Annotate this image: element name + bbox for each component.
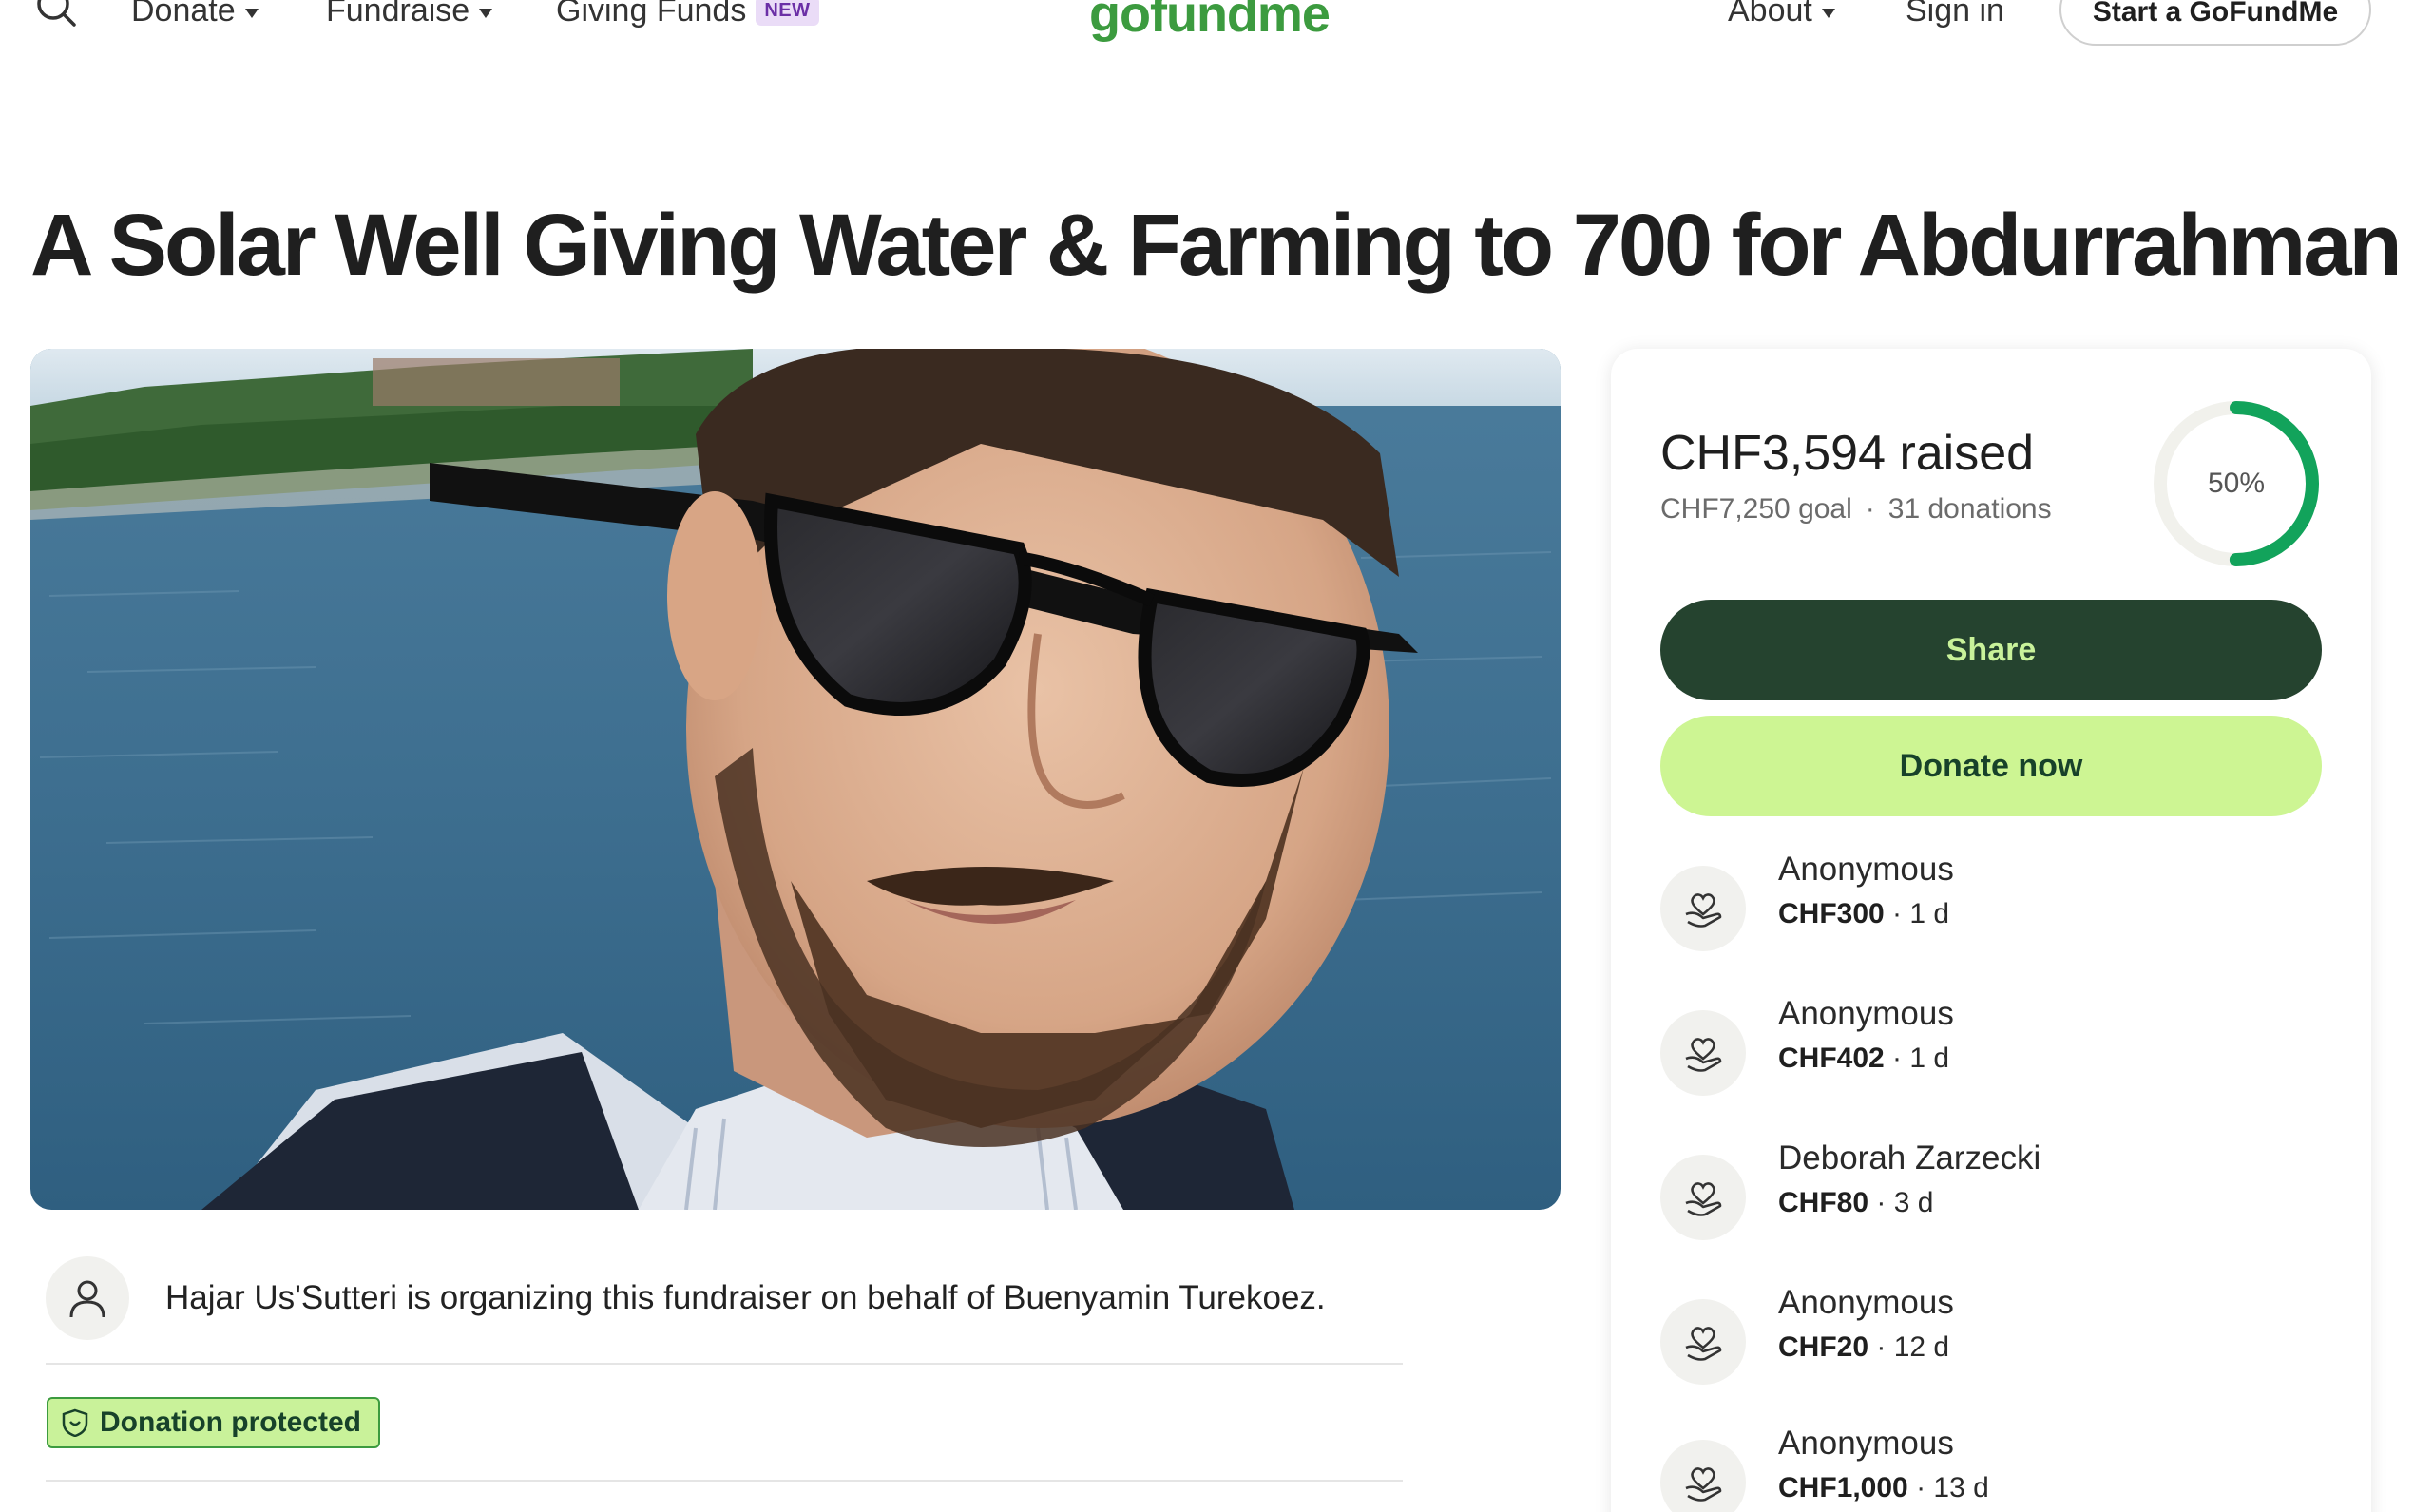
donation-count: 31 donations (1887, 493, 2052, 525)
donation-amount: CHF1,000 (1778, 1472, 1908, 1503)
donor-name: Anonymous (1778, 851, 1954, 888)
donate-now-button[interactable]: Donate now (1660, 716, 2322, 816)
donation-time: · 12 d (1868, 1331, 1950, 1363)
donation-meta: CHF1,000 · 13 d (1778, 1472, 1989, 1504)
nav-donate-label: Donate (131, 0, 236, 29)
nav-donate[interactable]: Donate (131, 0, 259, 29)
campaign-photo[interactable] (30, 349, 1561, 1210)
donation-time: · 13 d (1907, 1472, 1989, 1503)
nav-giving-funds[interactable]: Giving Funds NEW (556, 0, 819, 29)
chevron-down-icon (244, 8, 259, 18)
new-badge: NEW (756, 0, 819, 26)
donation-card: CHF3,594 raised CHF7,250 goal · 31 donatio… (1611, 349, 2371, 1512)
amount-raised: CHF3,594 raised (1660, 426, 2035, 481)
shield-icon (62, 1408, 88, 1437)
donor-name: Anonymous (1778, 995, 1954, 1032)
nav-fundraise-label: Fundraise (326, 0, 470, 29)
donation-meta: CHF300 · 1 d (1778, 898, 1949, 930)
donor-name: Anonymous (1778, 1425, 1954, 1462)
donation-item[interactable]: Anonymous CHF1,000 · 13 d (1660, 1425, 2326, 1512)
donation-time: · 1 d (1884, 898, 1950, 929)
search-icon[interactable] (34, 0, 78, 32)
top-nav: Donate Fundraise Giving Funds NEW gofund… (0, 0, 2433, 57)
donation-amount: CHF402 (1778, 1043, 1885, 1074)
separator-dot: · (1865, 493, 1875, 525)
nav-about[interactable]: About (1728, 0, 1835, 29)
donation-time: · 1 d (1884, 1043, 1950, 1074)
goal-amount: CHF7,250 goal (1660, 493, 1852, 525)
donation-amount: CHF20 (1778, 1331, 1869, 1363)
chevron-down-icon (479, 8, 493, 18)
logo-text: gofundme (1089, 0, 1331, 43)
donation-protected-badge[interactable]: Donation protected (47, 1397, 380, 1448)
donation-item[interactable]: Anonymous CHF20 · 12 d (1660, 1284, 2326, 1388)
start-gofundme-button[interactable]: Start a GoFundMe (2059, 0, 2371, 46)
nav-sign-in[interactable]: Sign in (1906, 0, 2004, 29)
share-button[interactable]: Share (1660, 600, 2322, 700)
nav-giving-funds-label: Giving Funds (556, 0, 747, 29)
donation-protected-label: Donation protected (100, 1407, 361, 1438)
donation-meta: CHF20 · 12 d (1778, 1331, 1949, 1364)
progress-percent: 50% (2207, 468, 2266, 499)
divider (46, 1480, 1403, 1482)
donation-heart-icon (1660, 866, 1746, 951)
donation-heart-icon (1660, 1440, 1746, 1512)
donation-item[interactable]: Deborah Zarzecki CHF80 · 3 d (1660, 1139, 2326, 1244)
avatar[interactable] (46, 1256, 129, 1340)
donation-amount: CHF80 (1778, 1187, 1869, 1218)
page-title: A Solar Well Giving Water & Farming to 7… (30, 197, 2403, 294)
nav-fundraise[interactable]: Fundraise (326, 0, 493, 29)
donation-meta: CHF402 · 1 d (1778, 1043, 1949, 1075)
nav-about-label: About (1728, 0, 1812, 29)
organizer-row: Hajar Us'Sutteri is organizing this fund… (46, 1243, 1403, 1365)
goal-line: CHF7,250 goal · 31 donations (1660, 493, 2052, 526)
nav-sign-in-label: Sign in (1906, 0, 2004, 29)
organizer-text: Hajar Us'Sutteri is organizing this fund… (165, 1279, 1326, 1316)
donation-heart-icon (1660, 1299, 1746, 1385)
campaign-photo-illustration (30, 349, 1561, 1210)
donation-time: · 3 d (1868, 1187, 1934, 1218)
user-icon (69, 1280, 105, 1318)
donor-name: Anonymous (1778, 1284, 1954, 1321)
donation-heart-icon (1660, 1155, 1746, 1240)
donation-meta: CHF80 · 3 d (1778, 1187, 1933, 1219)
chevron-down-icon (1821, 8, 1835, 18)
gofundme-logo[interactable]: gofundme (1089, 0, 1331, 44)
donation-heart-icon (1660, 1010, 1746, 1096)
donation-item[interactable]: Anonymous CHF402 · 1 d (1660, 995, 2326, 1100)
donation-amount: CHF300 (1778, 898, 1885, 929)
donor-name: Deborah Zarzecki (1778, 1139, 2041, 1177)
donation-item[interactable]: Anonymous CHF300 · 1 d (1660, 851, 2326, 955)
